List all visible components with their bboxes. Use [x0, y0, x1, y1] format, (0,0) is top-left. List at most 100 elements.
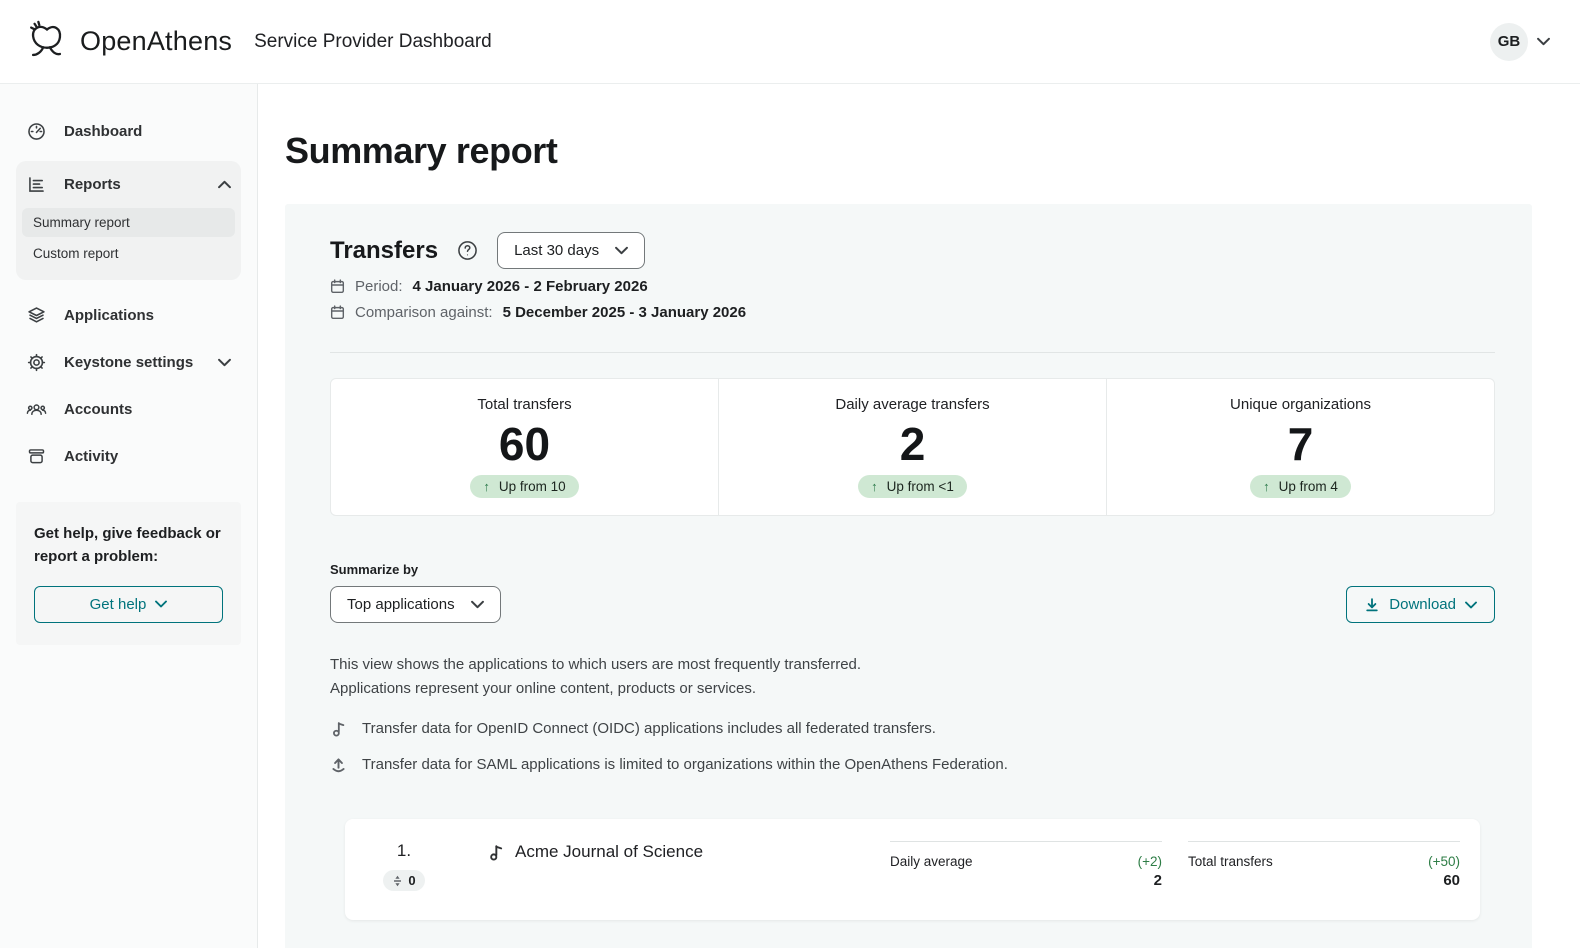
application-name-block: Acme Journal of Science — [487, 841, 703, 862]
metric-value: 60 — [1443, 872, 1460, 889]
comparison-label: Comparison against: — [355, 304, 493, 321]
sidebar-item-label: Applications — [64, 307, 155, 324]
chevron-down-icon — [615, 246, 629, 255]
rank-change-icon — [392, 875, 403, 887]
get-help-button-label: Get help — [89, 595, 147, 613]
sidebar-item-applications[interactable]: Applications — [16, 292, 241, 339]
stat-daily-average-transfers: Daily average transfers 2 ↑ Up from <1 — [718, 379, 1106, 515]
app-window: OpenAthens Service Provider Dashboard GB… — [0, 0, 1580, 948]
stat-label: Total transfers — [477, 395, 572, 413]
get-help-button[interactable]: Get help — [34, 585, 223, 623]
metric-total-transfers: Total transfers (+50) 60 — [1188, 841, 1460, 889]
chevron-down-icon — [470, 600, 484, 609]
chevron-down-icon — [155, 600, 168, 608]
oidc-note: Transfer data for OpenID Connect (OIDC) … — [330, 720, 1495, 737]
applications-icon — [26, 305, 47, 326]
metric-delta: (+50) — [1428, 854, 1460, 869]
period-value: 4 January 2026 - 2 February 2026 — [412, 278, 648, 295]
period-label: Period: — [355, 278, 403, 295]
sidebar-item-label: Dashboard — [64, 123, 143, 140]
activity-icon — [26, 446, 47, 467]
stat-label: Unique organizations — [1230, 395, 1371, 413]
summarize-by-control: Summarize by Top applications — [330, 562, 501, 623]
sidebar-item-dashboard[interactable]: Dashboard — [16, 108, 241, 155]
page-title: Summary report — [285, 130, 558, 171]
stat-value: 60 — [498, 417, 551, 470]
date-range-select[interactable]: Last 30 days — [497, 232, 646, 269]
user-avatar[interactable]: GB — [1490, 22, 1528, 61]
description-line-1: This view shows the applications to whic… — [330, 656, 862, 673]
change-text: Up from <1 — [886, 479, 954, 495]
application-row[interactable]: 1. 0 Acme Journal of Science Daily avera… — [345, 819, 1480, 920]
transfers-panel: Transfers Last 30 days Period: 4 January… — [285, 204, 1532, 948]
comparison-line: Comparison against: 5 December 2025 - 3 … — [330, 304, 1495, 321]
comparison-value: 5 December 2025 - 3 January 2026 — [502, 304, 747, 321]
change-badge: ↑ Up from 10 — [470, 475, 579, 499]
summarize-by-label: Summarize by — [330, 562, 419, 577]
sidebar-item-accounts[interactable]: Accounts — [16, 386, 241, 433]
chevron-down-icon — [1465, 601, 1477, 609]
sidebar-item-custom-report[interactable]: Custom report — [22, 239, 235, 268]
rank-block: 1. 0 — [367, 841, 441, 892]
app-title: Service Provider Dashboard — [254, 30, 492, 52]
sidebar-item-reports[interactable]: Reports — [16, 161, 241, 208]
stat-value: 2 — [899, 417, 926, 470]
sidebar-item-keystone-settings[interactable]: Keystone settings — [16, 339, 241, 386]
oidc-note-text: Transfer data for OpenID Connect (OIDC) … — [362, 720, 936, 737]
change-text: Up from 10 — [498, 479, 566, 495]
date-range-value: Last 30 days — [514, 242, 600, 259]
brand-wordmark: OpenAthens — [80, 26, 233, 56]
download-icon — [1364, 597, 1380, 613]
sidebar: Dashboard Reports Summary report Custom … — [0, 84, 258, 948]
rank-change-badge: 0 — [383, 870, 425, 891]
summarize-by-select[interactable]: Top applications — [330, 586, 501, 623]
top-header: OpenAthens Service Provider Dashboard GB — [0, 0, 1580, 84]
change-badge: ↑ Up from <1 — [858, 475, 967, 499]
calendar-icon — [330, 305, 345, 320]
sidebar-item-label: Accounts — [64, 401, 133, 418]
help-text: Get help, give feedback or report a prob… — [34, 525, 221, 566]
sidebar-item-label: Keystone settings — [64, 354, 194, 371]
rank-change-value: 0 — [408, 873, 416, 888]
stat-value: 7 — [1287, 417, 1314, 470]
chevron-down-icon — [218, 358, 231, 367]
saml-note-text: Transfer data for SAML applications is l… — [362, 756, 1008, 773]
transfers-title: Transfers — [330, 236, 439, 264]
oidc-icon — [487, 843, 505, 861]
openathens-logo-icon — [24, 19, 70, 65]
gear-icon — [26, 352, 47, 373]
arrow-up-icon: ↑ — [871, 479, 878, 495]
application-name: Acme Journal of Science — [515, 842, 704, 861]
stat-total-transfers: Total transfers 60 ↑ Up from 10 — [331, 379, 718, 515]
help-circle-icon[interactable] — [457, 240, 478, 261]
period-line: Period: 4 January 2026 - 2 February 2026 — [330, 278, 1495, 295]
sidebar-item-summary-report[interactable]: Summary report — [22, 208, 235, 237]
dashboard-icon — [26, 121, 47, 142]
help-panel: Get help, give feedback or report a prob… — [16, 502, 241, 645]
row-metrics: Daily average (+2) 2 Total transfers (+5… — [890, 841, 1460, 889]
summarize-by-value: Top applications — [347, 596, 455, 613]
change-badge: ↑ Up from 4 — [1250, 475, 1351, 499]
reports-icon — [26, 174, 47, 195]
saml-upload-icon — [330, 756, 347, 773]
metric-label: Daily average — [890, 854, 973, 869]
download-button-label: Download — [1389, 596, 1456, 613]
calendar-icon — [330, 279, 345, 294]
description-line-2: Applications represent your online conte… — [330, 680, 757, 697]
metric-value: 2 — [1153, 872, 1162, 889]
main-content: Summary report Transfers Last 30 days Pe… — [258, 84, 1580, 948]
arrow-up-icon: ↑ — [1263, 479, 1270, 495]
sidebar-item-activity[interactable]: Activity — [16, 433, 241, 480]
summary-stats-card: Total transfers 60 ↑ Up from 10 Daily av… — [330, 378, 1495, 516]
stat-unique-organizations: Unique organizations 7 ↑ Up from 4 — [1106, 379, 1494, 515]
metric-label: Total transfers — [1188, 854, 1273, 869]
metric-delta: (+2) — [1137, 854, 1162, 869]
account-menu[interactable]: GB — [1490, 22, 1550, 61]
sidebar-item-label: Activity — [64, 448, 119, 465]
stat-label: Daily average transfers — [835, 395, 990, 413]
section-divider — [330, 352, 1495, 353]
oidc-icon — [330, 720, 347, 737]
download-button[interactable]: Download — [1346, 586, 1495, 623]
metric-daily-average: Daily average (+2) 2 — [890, 841, 1162, 889]
sidebar-item-label: Reports — [64, 176, 121, 193]
